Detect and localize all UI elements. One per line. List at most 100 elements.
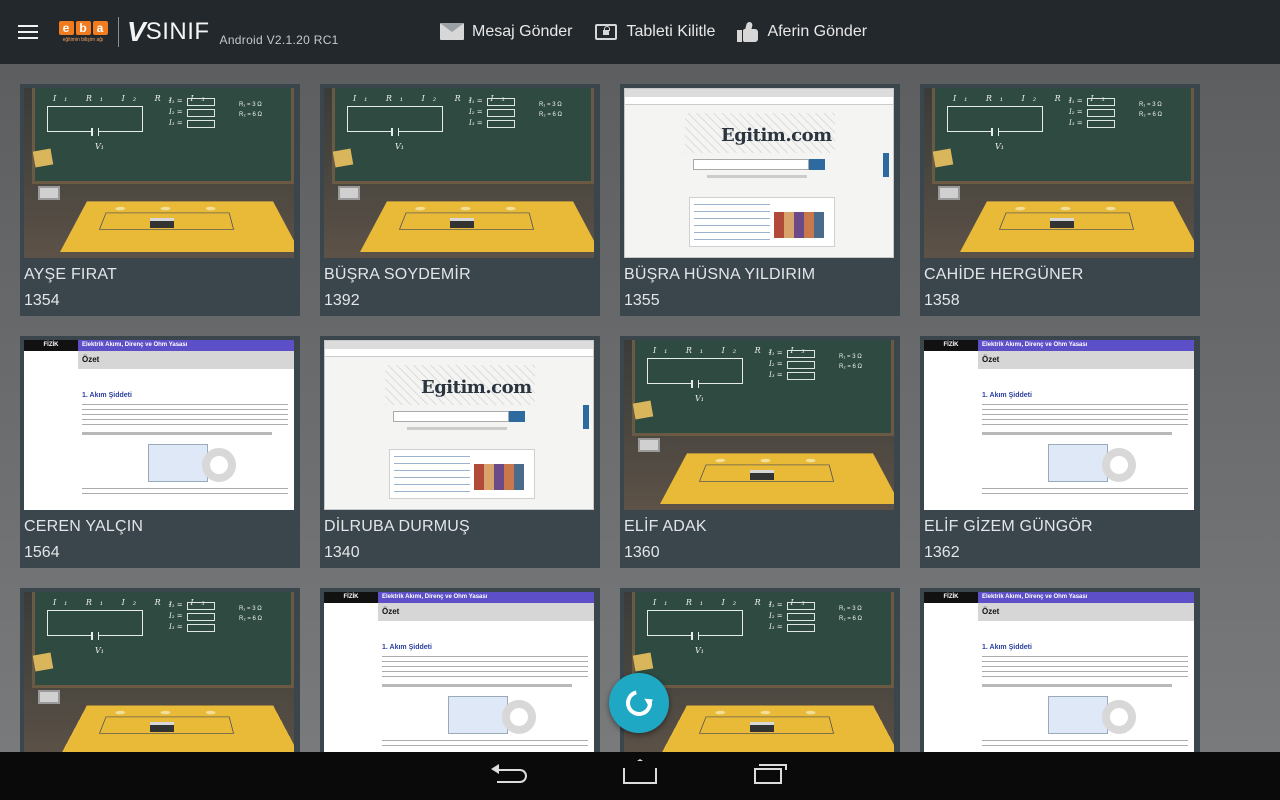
student-screen-thumbnail[interactable]: I₁ R₁ I₂ R₂ I₃ V₁ I₁ = I₂ = I₃ = R₁ = 3 … [324,88,594,258]
doc-heading: 1. Akım Şiddeti [82,392,132,399]
current-labels: I₁ = I₂ = I₃ = [469,97,483,127]
component-slot [205,710,216,715]
sticky-note [632,652,654,672]
meter-device [338,186,360,200]
student-screen-thumbnail[interactable]: I₁ R₁ I₂ R₂ I₃ V₁ I₁ = I₂ = I₃ = R₁ = 3 … [924,88,1194,258]
doc-paragraph [982,432,1172,435]
student-screen-thumbnail[interactable]: FİZİK Elektrik Akımı, Direnç ve Ohm Yasa… [324,592,594,752]
site-side-tab [883,153,889,177]
student-number: 1360 [624,544,660,561]
student-name: DİLRUBA DURMUŞ [324,518,470,535]
student-card[interactable]: I₁ R₁ I₂ R₂ I₃ V₁ I₁ = I₂ = I₃ = R₁ = 3 … [320,84,600,316]
battery-symbol [691,380,699,388]
student-screen-thumbnail[interactable]: FİZİK Elektrik Akımı, Direnç ve Ohm Yasa… [924,340,1194,510]
component-slot [760,710,771,715]
doc-section-title: Özet [382,607,400,616]
vsinif-logo-v: V [127,16,146,47]
back-button[interactable] [482,752,542,800]
doc-title: Elektrik Akımı, Direnç ve Ohm Yasası [82,342,188,348]
sticky-note [332,148,354,168]
system-navigation-bar [0,752,1280,800]
site-search-input [393,411,509,422]
student-card[interactable]: I₁ R₁ I₂ R₂ I₃ V₁ I₁ = I₂ = I₃ = R₁ = 3 … [620,336,900,568]
student-screen-thumbnail[interactable]: FİZİK Elektrik Akımı, Direnç ve Ohm Yasa… [24,340,294,510]
meter-device [38,690,60,704]
site-logo: Egitim.com [721,125,832,146]
voltage-label: V₁ [695,394,704,403]
send-praise-button[interactable]: Aferin Gönder [737,21,867,43]
lock-tablet-button[interactable]: Tableti Kilitle [594,21,715,43]
doc-header: FİZİK Elektrik Akımı, Direnç ve Ohm Yasa… [324,592,594,603]
recent-apps-icon [754,764,787,784]
battery-object [750,470,774,480]
doc-title: Elektrik Akımı, Direnç ve Ohm Yasası [982,594,1088,600]
current-input-boxes [187,602,215,635]
student-card[interactable]: FİZİK Elektrik Akımı, Direnç ve Ohm Yasa… [20,336,300,568]
student-card[interactable]: I₁ R₁ I₂ R₂ I₃ V₁ I₁ = I₂ = I₃ = R₁ = 3 … [20,84,300,316]
lab-table [660,705,894,752]
student-screen-thumbnail[interactable]: I₁ R₁ I₂ R₂ I₃ V₁ I₁ = I₂ = I₃ = R₁ = 3 … [624,592,894,752]
student-number: 1354 [24,292,60,309]
doc-paragraph [382,740,588,749]
student-card[interactable]: I₁ R₁ I₂ R₂ I₃ V₁ I₁ = I₂ = I₃ = R₁ = 3 … [920,84,1200,316]
eba-logo-letter: e [58,21,74,35]
chalkboard: I₁ R₁ I₂ R₂ I₃ V₁ I₁ = I₂ = I₃ = R₁ = 3 … [332,88,594,184]
battery-symbol [391,128,399,136]
site-image-strip [474,464,524,490]
student-card[interactable]: Egitim.com BÜŞRA HÜSNA YILDIRIM 1355 [620,84,900,316]
student-card[interactable]: I₁ R₁ I₂ R₂ I₃ V₁ I₁ = I₂ = I₃ = R₁ = 3 … [620,588,900,752]
student-screen-thumbnail[interactable]: I₁ R₁ I₂ R₂ I₃ V₁ I₁ = I₂ = I₃ = R₁ = 3 … [24,88,294,258]
component-slot [714,710,726,715]
doc-subject: FİZİK [924,340,978,351]
app-version: Android V2.1.20 RC1 [219,33,339,47]
refresh-button[interactable] [609,673,669,733]
student-screen-thumbnail[interactable]: I₁ R₁ I₂ R₂ I₃ V₁ I₁ = I₂ = I₃ = R₁ = 3 … [24,592,294,752]
site-link-list [394,456,470,496]
doc-figure-ring [1102,700,1136,734]
menu-button[interactable] [0,0,56,64]
student-number: 1340 [324,544,360,561]
component-slot [1060,206,1071,211]
student-screen-thumbnail[interactable]: Egitim.com [624,88,894,258]
student-number: 1362 [924,544,960,561]
student-card[interactable]: FİZİK Elektrik Akımı, Direnç ve Ohm Yasa… [320,588,600,752]
doc-subject: FİZİK [24,340,78,351]
hamburger-icon [18,25,38,39]
lab-table [960,201,1194,252]
doc-figure-ring [502,700,536,734]
home-icon [623,768,657,784]
site-link-list [694,204,770,244]
student-number: 1392 [324,292,360,309]
lab-table [660,453,894,504]
browser-address-bar [325,349,593,357]
doc-title: Elektrik Akımı, Direnç ve Ohm Yasası [982,342,1088,348]
current-input-boxes [1087,98,1115,131]
student-screen-thumbnail[interactable]: I₁ R₁ I₂ R₂ I₃ V₁ I₁ = I₂ = I₃ = R₁ = 3 … [624,340,894,510]
component-slot [714,458,726,463]
chalkboard: I₁ R₁ I₂ R₂ I₃ V₁ I₁ = I₂ = I₃ = R₁ = 3 … [32,88,294,184]
student-card[interactable]: FİZİK Elektrik Akımı, Direnç ve Ohm Yasa… [920,588,1200,752]
student-screen-thumbnail[interactable]: Egitim.com [324,340,594,510]
home-button[interactable] [610,752,670,800]
doc-header: FİZİK Elektrik Akımı, Direnç ve Ohm Yasa… [24,340,294,351]
browser-tab-bar [625,89,893,97]
recent-apps-button[interactable] [738,752,798,800]
lab-table [60,201,294,252]
component-slot [1105,206,1116,211]
student-name: CAHİDE HERGÜNER [924,266,1084,283]
student-card[interactable]: Egitim.com DİLRUBA DURMUŞ 1340 [320,336,600,568]
envelope-icon [440,21,464,43]
send-message-button[interactable]: Mesaj Gönder [440,21,573,43]
student-card[interactable]: I₁ R₁ I₂ R₂ I₃ V₁ I₁ = I₂ = I₃ = R₁ = 3 … [20,588,300,752]
vsinif-logo-text: SINIF [145,18,210,45]
meter-device [938,186,960,200]
doc-paragraph [382,656,588,678]
student-screen-thumbnail[interactable]: FİZİK Elektrik Akımı, Direnç ve Ohm Yasa… [924,592,1194,752]
current-labels: I₁ = I₂ = I₃ = [769,601,783,631]
tablet-lock-icon [594,21,619,43]
doc-paragraph [982,740,1188,749]
battery-symbol [991,128,999,136]
student-card[interactable]: FİZİK Elektrik Akımı, Direnç ve Ohm Yasa… [920,336,1200,568]
component-slot [160,710,171,715]
student-name: CEREN YALÇIN [24,518,144,535]
